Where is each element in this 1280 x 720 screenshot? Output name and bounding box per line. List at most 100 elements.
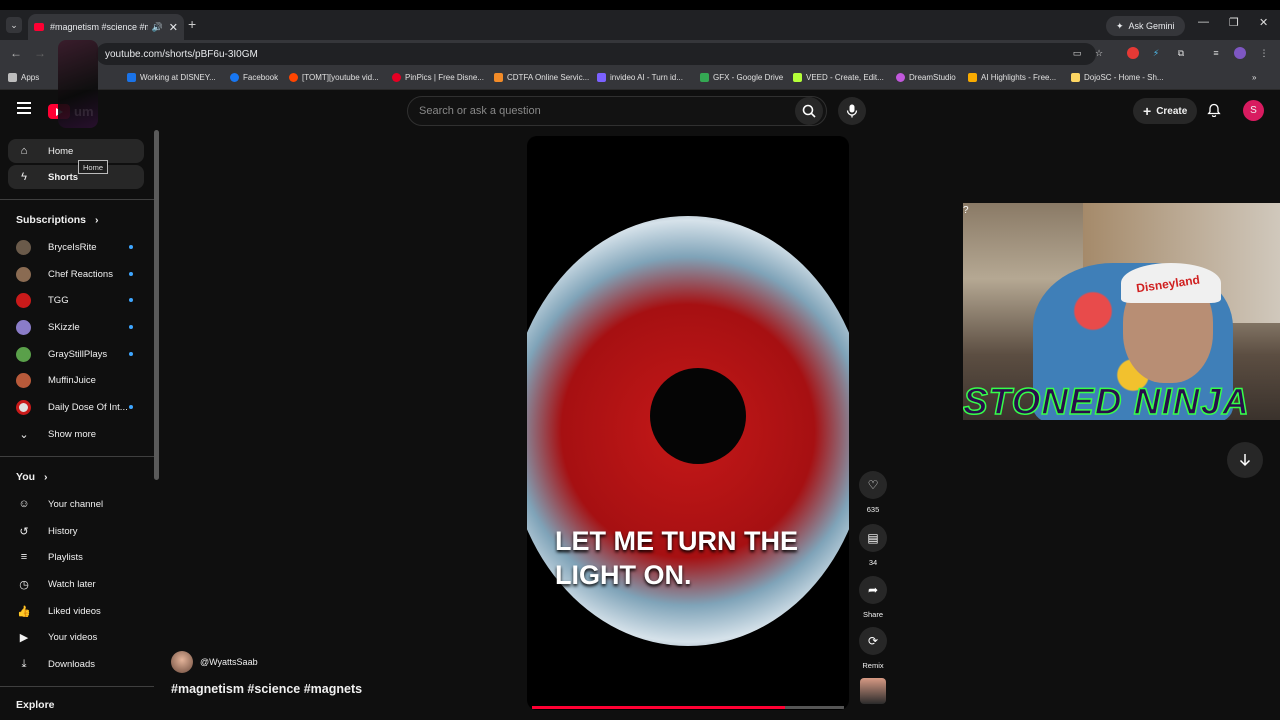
- like-icon[interactable]: ♡: [859, 471, 887, 499]
- sound-thumbnail[interactable]: [860, 678, 886, 704]
- sidebar-item-your-videos[interactable]: ▶ Your videos: [8, 625, 144, 649]
- forward-arrow-icon[interactable]: →: [34, 46, 46, 60]
- sidebar-item-downloads[interactable]: ⤓ Downloads: [8, 652, 144, 676]
- subscriptions-heading[interactable]: Subscriptions ›: [16, 214, 98, 226]
- extensions-puzzle-icon[interactable]: ⧉: [1175, 47, 1187, 59]
- sidebar-item-label: Shorts: [48, 171, 79, 183]
- bookmark-item[interactable]: AI Highlights - Free...: [968, 73, 1056, 82]
- minimize-button[interactable]: —: [1198, 16, 1209, 28]
- bookmark-item[interactable]: PinPics | Free Disne...: [392, 73, 484, 82]
- bookmark-item[interactable]: GFX - Google Drive: [700, 73, 783, 82]
- create-label: Create: [1156, 105, 1188, 117]
- tab-close-icon[interactable]: ✕: [169, 21, 178, 34]
- plus-icon: +: [1143, 103, 1152, 119]
- gemini-sparkle-icon: ✦: [1116, 20, 1124, 31]
- show-more-button[interactable]: ⌄ Show more: [8, 422, 144, 446]
- sidebar-item-shorts[interactable]: ϟ Shorts: [8, 165, 144, 189]
- share-action[interactable]: ➦ Share: [859, 576, 887, 619]
- address-bar[interactable]: youtube.com/shorts/pBF6u-3I0GM: [96, 43, 1096, 65]
- search-placeholder: Search or ask a question: [419, 105, 541, 117]
- window-close-button[interactable]: ✕: [1259, 16, 1268, 29]
- extension-link-icon[interactable]: ⚡: [1150, 47, 1162, 59]
- subscription-item[interactable]: TGG: [16, 290, 144, 310]
- new-content-dot: [129, 245, 133, 249]
- subscription-item[interactable]: Chef Reactions: [16, 264, 144, 284]
- bookmark-item[interactable]: [TOMT][youtube vid...: [289, 73, 379, 82]
- microphone-icon: [846, 104, 858, 118]
- ask-gemini-button[interactable]: ✦ Ask Gemini: [1106, 16, 1185, 36]
- create-button[interactable]: + Create: [1133, 98, 1198, 124]
- bookmarks-overflow-icon[interactable]: »: [1252, 73, 1256, 82]
- channel-name[interactable]: @WyattsSaab: [200, 657, 258, 667]
- like-action[interactable]: ♡ 635: [859, 471, 887, 514]
- video-title[interactable]: #magnetism #science #magnets: [171, 682, 362, 696]
- sidebar-item-playlists[interactable]: ≡ Playlists: [8, 545, 144, 569]
- youtube-favicon-icon: [34, 23, 44, 31]
- reading-list-icon[interactable]: ≡: [1210, 47, 1222, 59]
- sidebar-item-watch-later[interactable]: ◷ Watch later: [8, 572, 144, 596]
- new-tab-button[interactable]: +: [188, 16, 196, 32]
- sidebar-divider: [0, 686, 154, 687]
- subscription-item[interactable]: SKizzle: [16, 317, 144, 337]
- remix-action[interactable]: ⟳ Remix: [859, 627, 887, 670]
- browser-toolbar: ← → youtube.com/shorts/pBF6u-3I0GM ▭ ☆ ⚡…: [0, 40, 1280, 68]
- bookmark-item[interactable]: Facebook: [230, 73, 278, 82]
- bookmark-apps[interactable]: Apps: [8, 73, 39, 82]
- home-icon: ⌂: [20, 145, 28, 157]
- remix-icon[interactable]: ⟳: [859, 627, 887, 655]
- bookmark-star-icon[interactable]: ☆: [1093, 47, 1105, 59]
- channel-avatar[interactable]: [171, 651, 193, 673]
- search-button[interactable]: [795, 97, 823, 125]
- bookmark-item[interactable]: DreamStudio: [896, 73, 956, 82]
- bookmark-item[interactable]: DojoSC - Home - Sh...: [1071, 73, 1164, 82]
- channel-avatar: [16, 239, 31, 255]
- menu-icon[interactable]: [17, 102, 31, 114]
- channel-avatar: [16, 399, 31, 415]
- bookmark-item[interactable]: invideo AI - Turn id...: [597, 73, 683, 82]
- bookmark-item[interactable]: CDTFA Online Servic...: [494, 73, 589, 82]
- new-content-dot: [129, 325, 133, 329]
- notifications-bell-icon[interactable]: [1207, 103, 1221, 117]
- subscription-item[interactable]: MuffinJuice: [16, 370, 144, 390]
- subscription-item[interactable]: BryceIsRite: [16, 237, 144, 257]
- bookmark-item[interactable]: Working at DISNEY...: [127, 73, 216, 82]
- extension-record-icon[interactable]: [1127, 47, 1139, 59]
- comment-action[interactable]: ▤ 34: [859, 524, 887, 567]
- sidebar-item-home[interactable]: ⌂ Home: [8, 139, 144, 163]
- subscription-item[interactable]: GrayStillPlays: [16, 344, 144, 364]
- profile-icon[interactable]: [1234, 47, 1246, 59]
- history-icon: ↺: [19, 525, 29, 538]
- next-video-button[interactable]: [1227, 442, 1263, 478]
- custom-cursor-graphic: [58, 40, 98, 128]
- subscription-item[interactable]: Daily Dose Of Int...: [16, 397, 144, 417]
- playlist-icon: ≡: [20, 551, 28, 563]
- sidebar-item-your-channel[interactable]: ☺ Your channel: [8, 492, 144, 516]
- account-avatar[interactable]: S: [1243, 100, 1264, 121]
- bookmark-item[interactable]: VEED - Create, Edit...: [793, 73, 884, 82]
- ask-gemini-label: Ask Gemini: [1128, 21, 1175, 31]
- shorts-video-player[interactable]: LET ME TURN THE LIGHT ON.: [527, 136, 849, 710]
- tab-search-button[interactable]: ⌄: [6, 17, 22, 33]
- new-content-dot: [129, 298, 133, 302]
- you-heading[interactable]: You ›: [16, 471, 47, 483]
- more-menu-icon[interactable]: ⋮: [1258, 47, 1270, 59]
- comment-icon[interactable]: ▤: [859, 524, 887, 552]
- clock-icon: ◷: [19, 578, 29, 591]
- restore-button[interactable]: ❐: [1229, 16, 1239, 29]
- remix-label: Remix: [862, 661, 884, 670]
- sidebar-item-history[interactable]: ↺ History: [8, 519, 144, 543]
- search-input[interactable]: Search or ask a question: [407, 96, 827, 126]
- sidebar-item-liked-videos[interactable]: 👍 Liked videos: [8, 599, 144, 623]
- sidebar-scrollbar[interactable]: [154, 130, 159, 480]
- video-progress-bar[interactable]: [532, 706, 844, 709]
- arrow-down-icon: [1239, 454, 1251, 467]
- voice-search-button[interactable]: [838, 97, 866, 125]
- sidebar-divider: [0, 199, 154, 200]
- share-icon[interactable]: ➦: [859, 576, 887, 604]
- video-caption: LET ME TURN THE LIGHT ON.: [555, 526, 798, 590]
- install-app-icon[interactable]: ▭: [1071, 47, 1083, 59]
- back-arrow-icon[interactable]: ←: [10, 46, 22, 60]
- shorts-icon: ϟ: [21, 171, 27, 183]
- thumbs-up-icon: 👍: [17, 605, 31, 618]
- browser-tab-active[interactable]: #magnetism #science #mag 🔊 ✕: [28, 14, 184, 40]
